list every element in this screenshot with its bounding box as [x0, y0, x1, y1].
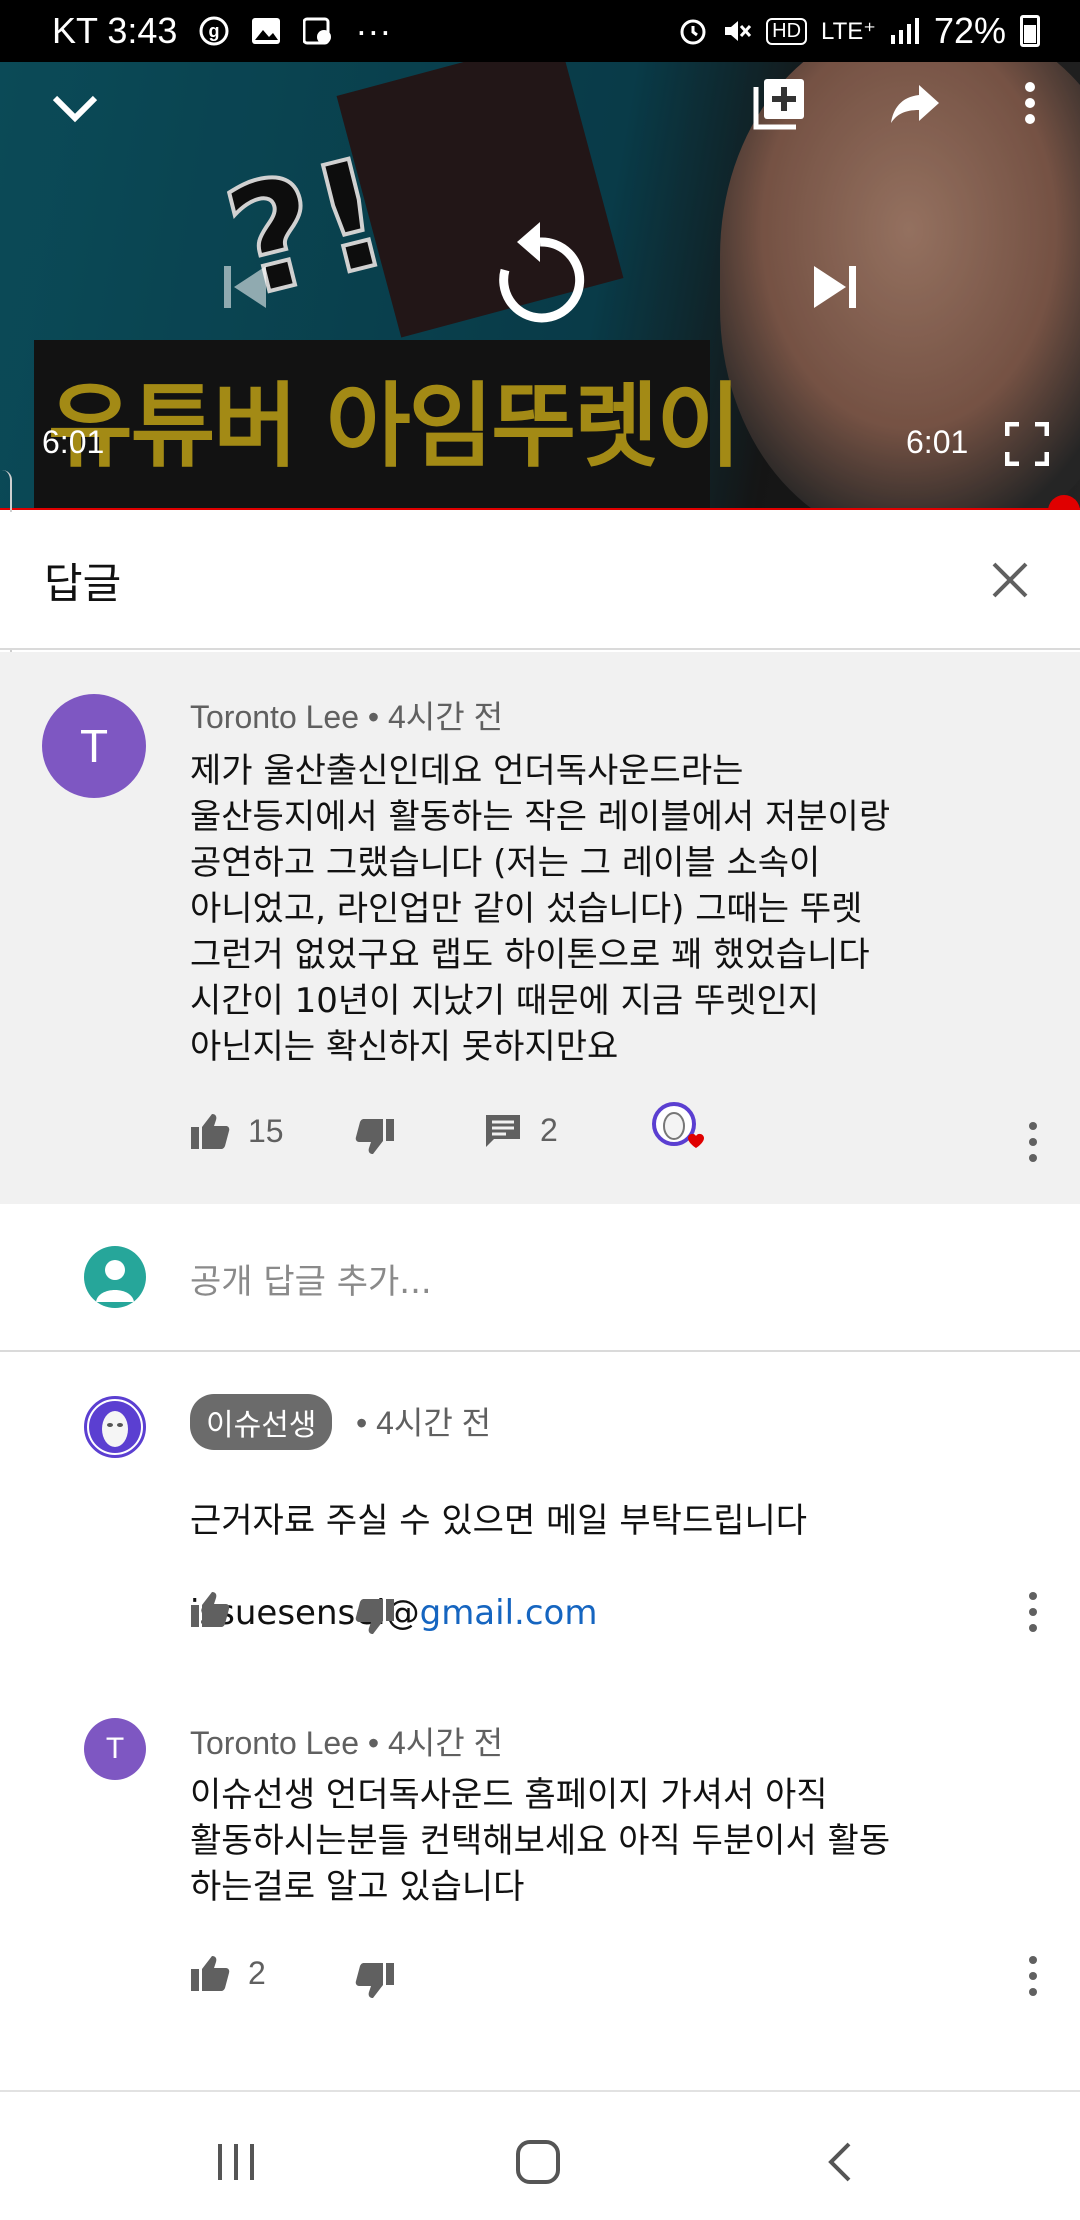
close-button[interactable]: [980, 550, 1040, 610]
recents-icon: [218, 2144, 254, 2180]
comment-icon: [486, 1114, 520, 1147]
email-link[interactable]: gmail.com: [420, 1593, 598, 1633]
alarm-icon: [680, 19, 706, 45]
more-notifications: ···: [355, 10, 392, 51]
mute-icon: [725, 21, 752, 41]
reply-meta: • 4시간 전: [356, 1398, 491, 1444]
chevron-down-icon: [52, 95, 98, 123]
panel-title: 답글: [44, 558, 122, 608]
more-options-button[interactable]: [1000, 68, 1060, 138]
gallery-settings-icon: [303, 17, 332, 45]
dislike-button[interactable]: [355, 1962, 395, 2000]
reply-meta: Toronto Lee • 4시간 전: [190, 1718, 503, 1764]
reply-author[interactable]: Toronto Lee: [190, 1725, 359, 1761]
mask-avatar-icon: [89, 1401, 141, 1453]
playlist-add-icon: [753, 79, 804, 130]
thumbs-up-icon: [191, 1114, 230, 1149]
replay-button[interactable]: [480, 217, 600, 337]
comment-more-button[interactable]: [1013, 1112, 1053, 1172]
progress-bar[interactable]: [0, 508, 1080, 510]
lte-icon: LTE⁺: [821, 17, 876, 45]
close-icon: [992, 562, 1028, 598]
replay-icon: [499, 222, 585, 323]
avatar[interactable]: [84, 1396, 146, 1458]
creator-heart-icon: [652, 1102, 704, 1148]
carrier-time: KT 3:43: [52, 10, 178, 51]
reply-more-button[interactable]: [1013, 1582, 1053, 1642]
previous-button[interactable]: [205, 247, 285, 327]
fullscreen-icon: [1005, 422, 1049, 466]
back-button[interactable]: [800, 2122, 880, 2202]
comment-time: 4시간 전: [388, 699, 504, 735]
back-icon: [828, 2142, 851, 2182]
battery-icon: [1020, 15, 1040, 47]
reply-more-button[interactable]: [1013, 1946, 1053, 2006]
hd-icon: HD: [766, 17, 808, 45]
home-button[interactable]: [498, 2122, 578, 2202]
comment-author[interactable]: Toronto Lee: [190, 699, 359, 735]
status-bar: KT 3:43 g ··· HD LTE⁺ 72%: [0, 0, 1080, 62]
home-icon: [516, 2140, 560, 2184]
skip-next-icon: [814, 266, 856, 308]
thumbs-down-icon: [355, 1963, 394, 1998]
meta-separator: •: [367, 699, 380, 735]
person-icon: [96, 1260, 134, 1302]
reply-count-button[interactable]: 2: [484, 1112, 558, 1149]
reply-count: 2: [540, 1112, 558, 1148]
video-player[interactable]: ?! 유튜버 아임뚜렛이 6:01 6:01: [0, 62, 1080, 510]
avatar[interactable]: T: [42, 694, 146, 798]
avatar-letter: T: [79, 720, 109, 772]
g-icon: g: [199, 16, 229, 46]
share-icon: [891, 85, 939, 123]
signal-icon: [890, 18, 919, 44]
add-reply-input[interactable]: 공개 답글 추가...: [190, 1254, 432, 1303]
comment-text: 제가 울산출신인데요 언더독사운드라는 울산등지에서 활동하는 작은 레이블에서…: [190, 751, 891, 1067]
reply-text: 이슈선생 언더독사운드 홈페이지 가셔서 아직 활동하시는분들 컨택해보세요 아…: [190, 1775, 891, 1907]
creator-heart: [650, 1100, 706, 1156]
more-vert-icon: [1025, 82, 1035, 124]
elapsed-time: 6:01: [42, 424, 105, 460]
meta-separator: •: [367, 1725, 380, 1761]
user-avatar: [84, 1246, 146, 1308]
dislike-button[interactable]: [355, 1118, 395, 1156]
thumbs-down-icon: [355, 1599, 394, 1634]
meta-separator: •: [356, 1405, 368, 1441]
reply-time: 4시간 전: [376, 1405, 492, 1441]
image-icon: [252, 18, 281, 44]
total-duration: 6:01: [906, 424, 969, 460]
replies-header: 답글: [0, 512, 1080, 650]
next-button[interactable]: [795, 247, 875, 327]
like-count: 2: [248, 1954, 266, 1991]
share-button[interactable]: [880, 68, 950, 138]
skip-previous-icon: [224, 266, 266, 308]
avatar-letter: T: [105, 1732, 125, 1765]
dislike-button[interactable]: [355, 1598, 395, 1636]
author-badge[interactable]: 이슈선생: [190, 1394, 333, 1450]
thumbs-down-icon: [355, 1119, 394, 1154]
reply-text-email: issuesensei@gmail.com: [190, 1590, 1050, 1636]
like-count: 15: [248, 1112, 284, 1149]
reply-text-line: 근거자료 주실 수 있으면 메일 부탁드립니다: [190, 1501, 808, 1541]
fullscreen-button[interactable]: [995, 412, 1059, 476]
like-button[interactable]: 2: [190, 1954, 266, 1992]
like-button[interactable]: [190, 1590, 230, 1628]
minimize-button[interactable]: [40, 74, 110, 144]
battery-percent: 72%: [933, 10, 1006, 51]
avatar[interactable]: T: [84, 1718, 146, 1780]
recents-button[interactable]: [196, 2122, 276, 2202]
parent-comment: T Toronto Lee • 4시간 전 제가 울산출신인데요 언더독사운드라…: [0, 652, 1080, 1204]
thumbs-up-icon: [191, 1956, 230, 1991]
like-button[interactable]: 15: [190, 1112, 284, 1150]
thumbs-up-icon: [191, 1592, 230, 1627]
comment-meta: Toronto Lee • 4시간 전: [190, 692, 503, 738]
reply-time: 4시간 전: [388, 1725, 504, 1761]
system-nav-bar: [0, 2090, 1080, 2220]
add-to-playlist-button[interactable]: [745, 68, 815, 138]
reply-text: 근거자료 주실 수 있으면 메일 부탁드립니다 issuesensei@gmai…: [190, 1452, 1050, 1682]
add-reply-row[interactable]: 공개 답글 추가...: [0, 1204, 1080, 1352]
svg-text:g: g: [209, 21, 220, 41]
